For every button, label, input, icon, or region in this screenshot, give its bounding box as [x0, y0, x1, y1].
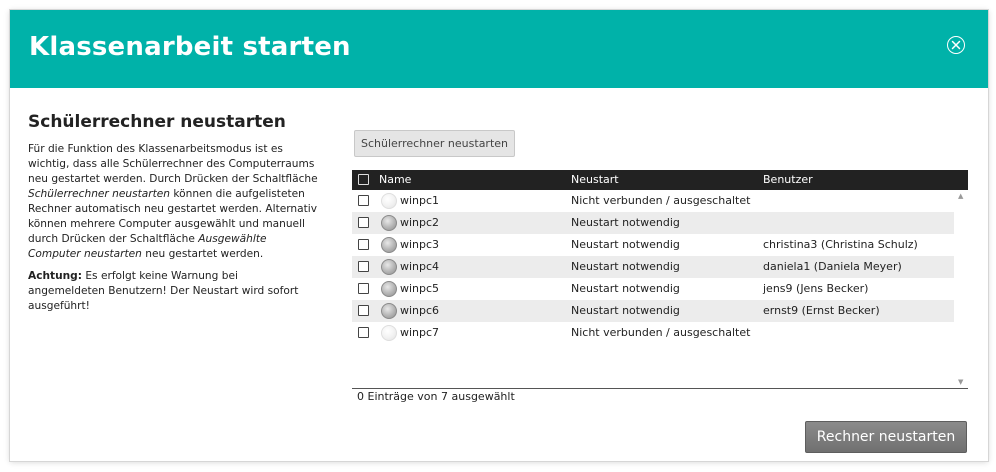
restart-all-button[interactable]: Schülerrechner neustarten	[354, 130, 515, 157]
cell-name: winpc1	[400, 194, 440, 207]
row-checkbox[interactable]	[358, 217, 369, 228]
table-row[interactable]: winpc1 Nicht verbunden / ausgeschaltet	[352, 190, 954, 212]
dialog-header: Klassenarbeit starten	[10, 10, 988, 88]
section-title: Schülerrechner neustarten	[28, 112, 286, 132]
cell-name: winpc2	[400, 216, 440, 229]
dialog: Klassenarbeit starten Schülerrechner neu…	[10, 10, 988, 461]
cell-restart: Neustart notwendig	[571, 238, 680, 251]
cell-user: ernst9 (Ernst Becker)	[763, 304, 880, 317]
cell-restart: Neustart notwendig	[571, 216, 680, 229]
cell-name: winpc4	[400, 260, 440, 273]
cell-restart: Neustart notwendig	[571, 282, 680, 295]
row-checkbox[interactable]	[358, 305, 369, 316]
column-header-restart[interactable]: Neustart	[571, 170, 619, 190]
row-checkbox[interactable]	[358, 239, 369, 250]
restart-computers-button[interactable]: Rechner neustarten	[805, 421, 967, 453]
row-checkbox[interactable]	[358, 283, 369, 294]
status-on-icon	[381, 237, 397, 253]
column-header-name[interactable]: Name	[379, 170, 411, 190]
grid-scrollbar[interactable]: ▲ ▼	[956, 190, 968, 388]
table-row[interactable]: winpc2 Neustart notwendig	[352, 212, 954, 234]
cell-user: daniela1 (Daniela Meyer)	[763, 260, 902, 273]
selection-status: 0 Einträge von 7 ausgewählt	[357, 390, 515, 403]
table-row[interactable]: winpc3 Neustart notwendig christina3 (Ch…	[352, 234, 954, 256]
grid-rows: winpc1 Nicht verbunden / ausgeschaltet w…	[352, 190, 954, 388]
cell-name: winpc5	[400, 282, 440, 295]
description-emphasis: Schülerrechner neustarten	[28, 188, 171, 200]
cell-restart: Nicht verbunden / ausgeschaltet	[571, 194, 751, 207]
row-checkbox[interactable]	[358, 195, 369, 206]
status-on-icon	[381, 215, 397, 231]
warning-text: Achtung: Es erfolgt keine Warnung bei an…	[28, 269, 318, 314]
description-text: Für die Funktion des Klassenarbeitsmodus…	[28, 142, 318, 262]
status-on-icon	[381, 259, 397, 275]
status-on-icon	[381, 281, 397, 297]
cell-user: jens9 (Jens Becker)	[763, 282, 869, 295]
status-off-icon	[381, 193, 397, 209]
row-checkbox[interactable]	[358, 261, 369, 272]
scroll-up-icon[interactable]: ▲	[958, 192, 963, 200]
cell-name: winpc3	[400, 238, 440, 251]
table-row[interactable]: winpc7 Nicht verbunden / ausgeschaltet	[352, 322, 954, 344]
cell-name: winpc7	[400, 326, 440, 339]
select-all-checkbox[interactable]	[358, 174, 369, 185]
cell-name: winpc6	[400, 304, 440, 317]
description-part: Für die Funktion des Klassenarbeitsmodus…	[28, 143, 318, 185]
table-row[interactable]: winpc4 Neustart notwendig daniela1 (Dani…	[352, 256, 954, 278]
column-header-user[interactable]: Benutzer	[763, 170, 813, 190]
scroll-down-icon[interactable]: ▼	[958, 378, 963, 386]
warning-label: Achtung:	[28, 270, 82, 282]
description-part: neu gestartet werden.	[141, 248, 264, 260]
grid-header: Name Neustart Benutzer	[352, 170, 968, 190]
computer-grid: Name Neustart Benutzer winpc1 Nicht verb…	[352, 170, 968, 389]
cell-restart: Neustart notwendig	[571, 304, 680, 317]
status-on-icon	[381, 303, 397, 319]
dialog-title: Klassenarbeit starten	[29, 32, 351, 62]
status-off-icon	[381, 325, 397, 341]
description-panel: Schülerrechner neustarten Für die Funkti…	[28, 112, 318, 321]
row-checkbox[interactable]	[358, 327, 369, 338]
cell-user: christina3 (Christina Schulz)	[763, 238, 918, 251]
table-row[interactable]: winpc6 Neustart notwendig ernst9 (Ernst …	[352, 300, 954, 322]
table-row[interactable]: winpc5 Neustart notwendig jens9 (Jens Be…	[352, 278, 954, 300]
close-icon[interactable]	[947, 36, 965, 54]
cell-restart: Nicht verbunden / ausgeschaltet	[571, 326, 751, 339]
cell-restart: Neustart notwendig	[571, 260, 680, 273]
